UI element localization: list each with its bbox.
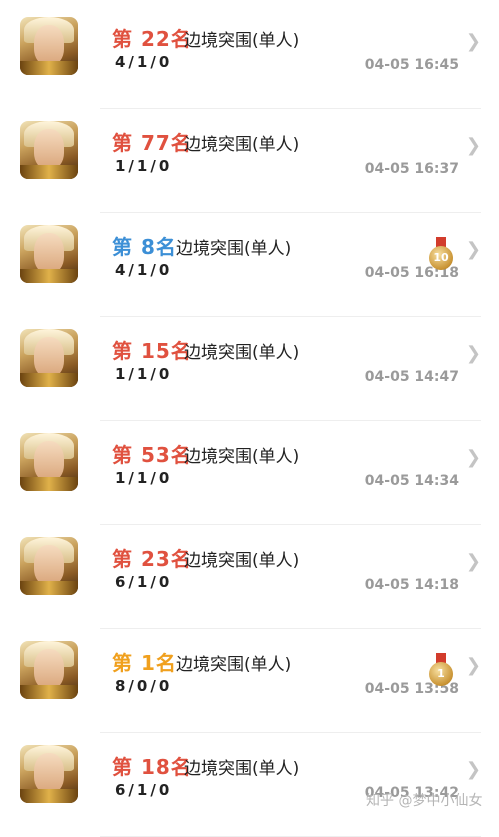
match-rank: 第 23名	[112, 547, 192, 571]
chevron-right-icon[interactable]: ❯	[466, 135, 481, 156]
medal-icon: 1	[429, 653, 453, 687]
kda-stats: 4/1/0	[115, 53, 173, 71]
match-time: 04-05 14:18	[364, 577, 459, 593]
game-mode: 边境突围(单人)	[184, 31, 300, 51]
hero-avatar	[20, 329, 78, 387]
match-time: 04-05 14:34	[364, 473, 459, 489]
match-rank: 第 18名	[112, 755, 192, 779]
game-mode: 边境突围(单人)	[176, 655, 292, 675]
match-time: 04-05 16:37	[364, 161, 459, 177]
hero-avatar	[20, 537, 78, 595]
match-row[interactable]: 第 23名 边境突围(单人) 6/1/0 04-05 14:18 ❯	[0, 525, 499, 629]
match-row[interactable]: 第 18名 边境突围(单人) 6/1/0 04-05 13:42 ❯	[0, 733, 499, 837]
kda-stats: 1/1/0	[115, 157, 173, 175]
kda-stats: 6/1/0	[115, 781, 173, 799]
kda-stats: 1/1/0	[115, 469, 173, 487]
match-row[interactable]: 第 1名 边境突围(单人) 8/0/0 04-05 13:58 ❯ 1	[0, 629, 499, 733]
hero-avatar	[20, 121, 78, 179]
kda-stats: 6/1/0	[115, 573, 173, 591]
chevron-right-icon[interactable]: ❯	[466, 655, 481, 676]
watermark: 知乎 @梦中小仙女	[366, 793, 483, 809]
medal-number: 1	[429, 662, 453, 686]
kda-stats: 1/1/0	[115, 365, 173, 383]
match-row[interactable]: 第 53名 边境突围(单人) 1/1/0 04-05 14:34 ❯	[0, 421, 499, 525]
kda-stats: 8/0/0	[115, 677, 173, 695]
match-rank: 第 53名	[112, 443, 192, 467]
game-mode: 边境突围(单人)	[184, 447, 300, 467]
match-row[interactable]: 第 22名 边境突围(单人) 4/1/0 04-05 16:45 ❯	[0, 5, 499, 109]
game-mode: 边境突围(单人)	[184, 551, 300, 571]
match-rank: 第 22名	[112, 27, 192, 51]
chevron-right-icon[interactable]: ❯	[466, 343, 481, 364]
chevron-right-icon[interactable]: ❯	[466, 239, 481, 260]
match-rank: 第 1名	[112, 651, 177, 675]
hero-avatar	[20, 225, 78, 283]
hero-avatar	[20, 641, 78, 699]
match-rank: 第 8名	[112, 235, 177, 259]
chevron-right-icon[interactable]: ❯	[466, 551, 481, 572]
chevron-right-icon[interactable]: ❯	[466, 447, 481, 468]
medal-icon: 10	[429, 237, 453, 271]
game-mode: 边境突围(单人)	[176, 239, 292, 259]
game-mode: 边境突围(单人)	[184, 759, 300, 779]
match-row[interactable]: 第 77名 边境突围(单人) 1/1/0 04-05 16:37 ❯	[0, 109, 499, 213]
kda-stats: 4/1/0	[115, 261, 173, 279]
medal-number: 10	[429, 246, 453, 270]
hero-avatar	[20, 433, 78, 491]
match-history-list: 第 22名 边境突围(单人) 4/1/0 04-05 16:45 ❯ 第 77名…	[0, 0, 499, 837]
game-mode: 边境突围(单人)	[184, 135, 300, 155]
hero-avatar	[20, 745, 78, 803]
game-mode: 边境突围(单人)	[184, 343, 300, 363]
match-rank: 第 77名	[112, 131, 192, 155]
match-row[interactable]: 第 15名 边境突围(单人) 1/1/0 04-05 14:47 ❯	[0, 317, 499, 421]
chevron-right-icon[interactable]: ❯	[466, 31, 481, 52]
match-rank: 第 15名	[112, 339, 192, 363]
match-time: 04-05 14:47	[364, 369, 459, 385]
match-row[interactable]: 第 8名 边境突围(单人) 4/1/0 04-05 16:18 ❯ 10	[0, 213, 499, 317]
chevron-right-icon[interactable]: ❯	[466, 759, 481, 780]
match-time: 04-05 16:45	[364, 57, 459, 73]
hero-avatar	[20, 17, 78, 75]
